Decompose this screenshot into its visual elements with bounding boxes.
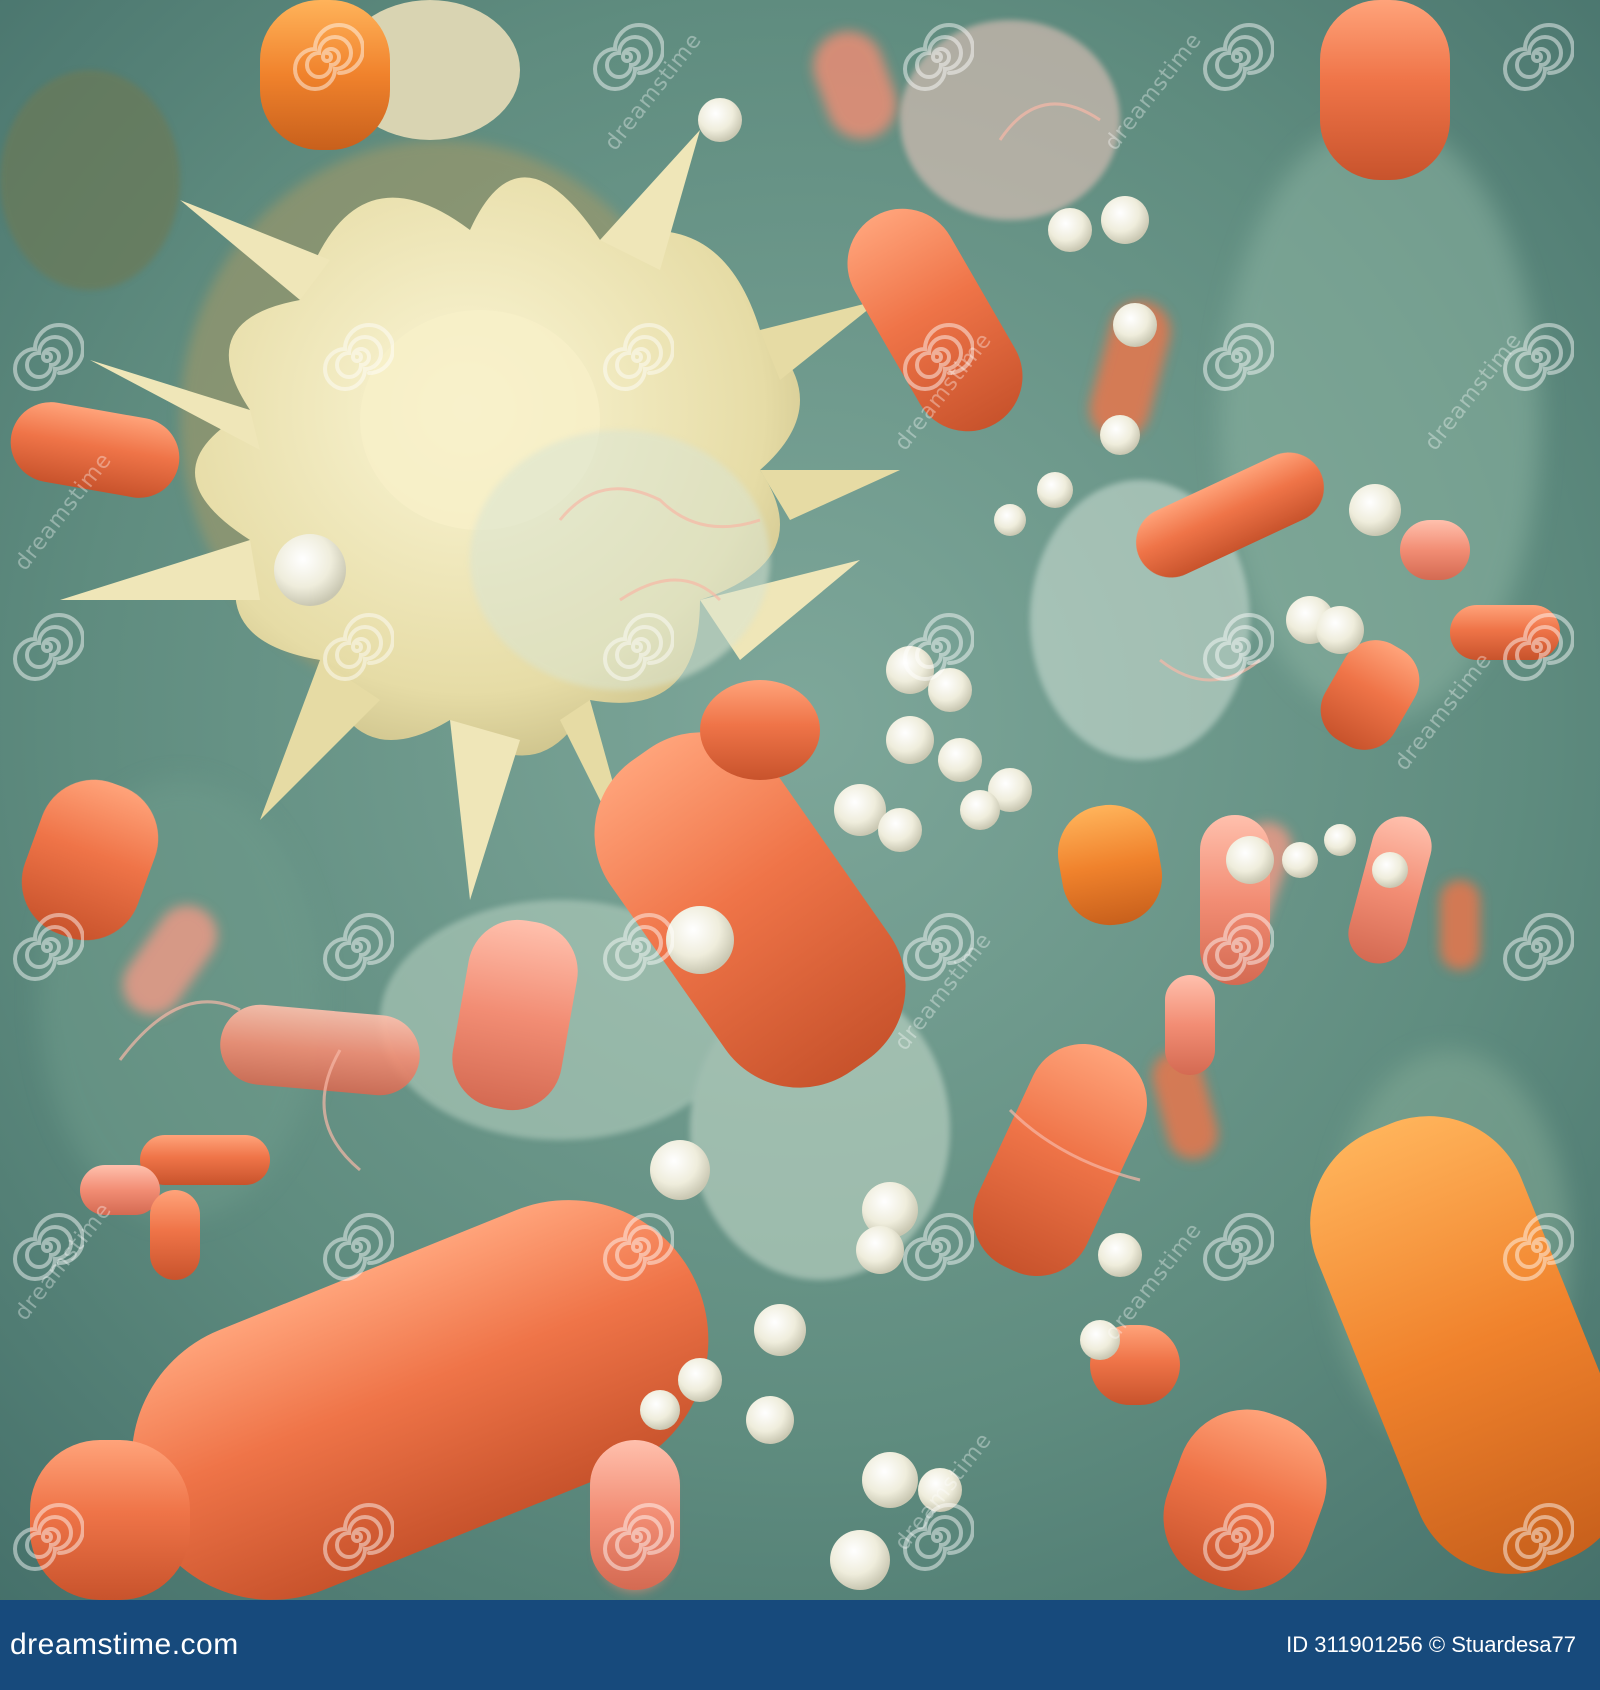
stock-image-frame: dreamstime dreamstime dreamstime dreamstime… xyxy=(0,0,1600,1690)
image-id: ID 311901256 xyxy=(1286,1632,1423,1657)
stock-footer-bar: dreamstime.com ID 311901256 © Stuardesa7… xyxy=(0,1600,1600,1690)
author-credit: © Stuardesa77 xyxy=(1428,1632,1576,1657)
dreamstime-brand[interactable]: dreamstime.com xyxy=(10,1628,239,1662)
microscopic-bacteria-illustration xyxy=(0,0,1600,1600)
image-id-and-credit: ID 311901256 © Stuardesa77 xyxy=(1286,1632,1576,1658)
